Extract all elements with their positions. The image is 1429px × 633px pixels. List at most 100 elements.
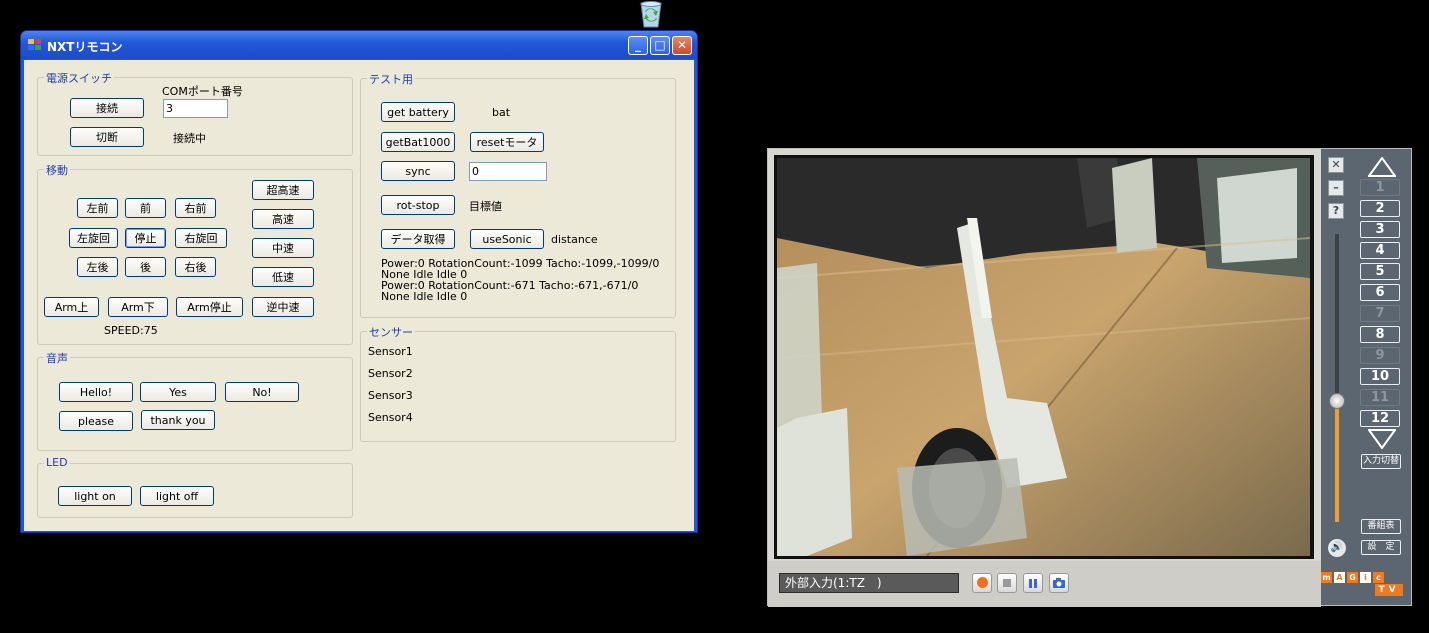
nxt-remote-window: NXTリモコン _ □ ✕ 電源スイッチ COMポート番号 接続 3 切断 接続… <box>20 30 698 533</box>
channel-button-8[interactable]: 8 <box>1360 326 1400 343</box>
light-off-button[interactable]: light off <box>140 486 214 506</box>
sensor3-label: Sensor3 <box>368 389 413 402</box>
close-button[interactable]: ✕ <box>672 36 692 55</box>
volume-fill <box>1335 401 1339 522</box>
channel-button-6[interactable]: 6 <box>1360 284 1400 301</box>
logo-letter: A <box>1334 572 1345 583</box>
thank-you-button[interactable]: thank you <box>141 410 215 430</box>
title-bar[interactable]: NXTリモコン _ □ ✕ <box>21 31 697 59</box>
pause-icon <box>1029 579 1037 588</box>
speed-high-button[interactable]: 高速 <box>252 209 314 229</box>
program-guide-button[interactable]: 番組表 <box>1361 519 1401 534</box>
volume-track[interactable] <box>1329 234 1345 522</box>
record-button[interactable] <box>972 573 992 593</box>
channel-button-2[interactable]: 2 <box>1360 200 1400 217</box>
speed-mid-button[interactable]: 中速 <box>252 238 314 258</box>
tv-viewer-panel: 外部入力(1:TZ ) ✕ – ? 🔊 入力切替 番組表 設 定 mAGic T… <box>767 148 1412 607</box>
tv-close-button[interactable]: ✕ <box>1328 157 1344 173</box>
channel-button-4[interactable]: 4 <box>1360 242 1400 259</box>
tv-help-button[interactable]: ? <box>1328 203 1344 219</box>
stop-video-button[interactable] <box>997 573 1017 593</box>
left-back-button[interactable]: 左後 <box>77 257 118 277</box>
please-button[interactable]: please <box>59 411 133 431</box>
logo-letter: c <box>1373 572 1384 583</box>
power-group-title: 電源スイッチ <box>44 70 114 86</box>
stop-icon <box>1003 579 1011 587</box>
tv-control-bar: 外部入力(1:TZ ) <box>768 561 1321 607</box>
disconnect-button[interactable]: 切断 <box>70 127 144 147</box>
yes-button[interactable]: Yes <box>140 382 216 402</box>
get-battery-button[interactable]: get battery <box>381 102 455 122</box>
speaker-icon[interactable]: 🔊 <box>1328 539 1346 557</box>
led-group: LED light on light off <box>37 456 353 518</box>
move-group-title: 移動 <box>44 162 70 178</box>
sensor-group: センサー Sensor1 Sensor2 Sensor3 Sensor4 <box>360 324 676 442</box>
left-forward-button[interactable]: 左前 <box>77 198 118 218</box>
logo-letters: mAGic <box>1321 570 1386 583</box>
get-data-button[interactable]: データ取得 <box>381 229 455 249</box>
left-spin-button[interactable]: 左旋回 <box>69 228 118 248</box>
maximize-button[interactable]: □ <box>650 36 670 55</box>
use-sonic-button[interactable]: useSonic <box>470 229 544 249</box>
minimize-icon: – <box>1333 181 1339 194</box>
logo-letter: m <box>1321 572 1332 583</box>
recycle-bin-icon[interactable] <box>636 0 666 28</box>
arm-stop-button[interactable]: Arm停止 <box>176 297 243 317</box>
sensor2-label: Sensor2 <box>368 367 413 380</box>
record-icon <box>976 577 988 588</box>
voice-group: 音声 Hello! Yes No! please thank you <box>37 350 353 451</box>
back-button[interactable]: 後 <box>125 257 166 277</box>
input-source-field[interactable]: 外部入力(1:TZ ) <box>779 573 959 593</box>
test-group-title: テスト用 <box>367 71 415 87</box>
get-bat1000-button[interactable]: getBat1000 <box>381 132 455 152</box>
channel-button-12[interactable]: 12 <box>1360 410 1400 427</box>
channel-up-icon[interactable] <box>1367 156 1397 180</box>
logo-tv: TV <box>1375 584 1403 596</box>
channel-button-1[interactable]: 1 <box>1360 179 1400 196</box>
light-on-button[interactable]: light on <box>58 486 132 506</box>
input-switch-button[interactable]: 入力切替 <box>1361 454 1401 469</box>
settings-button[interactable]: 設 定 <box>1361 540 1401 555</box>
right-back-button[interactable]: 右後 <box>175 257 216 277</box>
tv-minimize-button[interactable]: – <box>1328 180 1344 196</box>
no-button[interactable]: No! <box>225 382 299 402</box>
channel-button-5[interactable]: 5 <box>1360 263 1400 280</box>
volume-knob[interactable] <box>1329 393 1345 410</box>
pause-button[interactable] <box>1023 573 1043 593</box>
logo-letter: G <box>1347 572 1358 583</box>
arm-up-button[interactable]: Arm上 <box>44 297 99 317</box>
log-line: None Idle Idle 0 <box>381 290 468 303</box>
connect-button[interactable]: 接続 <box>70 98 144 118</box>
reset-motor-button[interactable]: resetモータ <box>470 132 544 152</box>
stop-button[interactable]: 停止 <box>125 228 166 248</box>
snapshot-button[interactable] <box>1049 573 1069 593</box>
channel-button-9[interactable]: 9 <box>1360 347 1400 364</box>
com-port-input[interactable]: 3 <box>163 99 228 118</box>
channel-button-10[interactable]: 10 <box>1360 368 1400 385</box>
forward-button[interactable]: 前 <box>125 198 166 218</box>
right-forward-button[interactable]: 右前 <box>175 198 216 218</box>
minimize-button[interactable]: _ <box>628 36 648 55</box>
channel-button-3[interactable]: 3 <box>1360 221 1400 238</box>
arm-down-button[interactable]: Arm下 <box>108 297 168 317</box>
sync-input[interactable]: 0 <box>469 162 547 181</box>
speed-super-button[interactable]: 超高速 <box>252 180 314 200</box>
sensor1-label: Sensor1 <box>368 345 413 358</box>
hello-button[interactable]: Hello! <box>59 382 133 402</box>
rot-stop-button[interactable]: rot-stop <box>381 195 455 215</box>
channel-button-7[interactable]: 7 <box>1360 305 1400 322</box>
speed-reverse-mid-button[interactable]: 逆中速 <box>252 297 314 317</box>
move-group: 移動 左前 前 右前 左旋回 停止 右旋回 左後 後 右後 超高速 高速 中速 … <box>37 162 353 345</box>
minimize-icon: _ <box>635 38 641 52</box>
logo-letter: i <box>1360 572 1371 583</box>
speed-low-button[interactable]: 低速 <box>252 267 314 287</box>
window-title: NXTリモコン <box>47 40 123 54</box>
speed-label: SPEED:75 <box>104 324 158 337</box>
connection-status: 接続中 <box>173 132 206 145</box>
right-spin-button[interactable]: 右旋回 <box>175 228 227 248</box>
sync-button[interactable]: sync <box>381 161 455 181</box>
close-icon: ✕ <box>676 38 688 52</box>
channel-down-icon[interactable] <box>1367 429 1397 452</box>
camera-feed <box>776 158 1311 557</box>
channel-button-11[interactable]: 11 <box>1360 389 1400 406</box>
